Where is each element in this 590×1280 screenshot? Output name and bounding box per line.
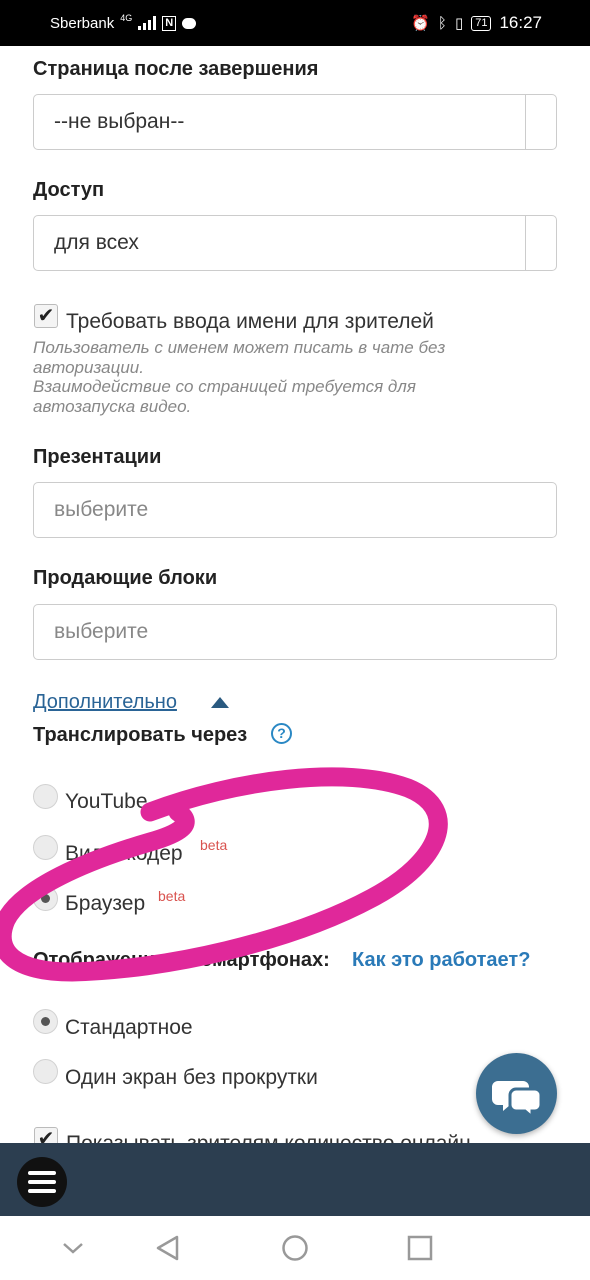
broadcast-youtube-label: YouTube: [65, 790, 148, 813]
signal-icon: [138, 16, 157, 30]
broadcast-label: Транслировать через: [33, 724, 248, 746]
broadcast-encoder-radio[interactable]: [33, 835, 58, 860]
carrier-name: Sberbank: [50, 14, 115, 32]
chevron-down-icon[interactable]: [55, 1232, 91, 1264]
beta-badge: beta: [200, 837, 228, 853]
how-it-works-link[interactable]: Как это работает?: [352, 949, 530, 972]
selling-blocks-label: Продающие блоки: [33, 567, 218, 589]
advanced-toggle-link[interactable]: Дополнительно: [33, 691, 177, 714]
display-single-screen-label: Один экран без прокрутки: [65, 1066, 318, 1089]
broadcast-youtube-radio[interactable]: [33, 784, 58, 809]
status-bar: Sberbank 4G N ⏰ ᛒ ▯ 71 16:27: [0, 0, 590, 46]
access-value: для всех: [54, 231, 139, 254]
completion-page-value: --не выбран--: [54, 110, 185, 133]
show-online-count-checkbox[interactable]: ✔: [34, 1127, 58, 1143]
hamburger-menu-icon[interactable]: [17, 1157, 67, 1207]
smartphone-display-label: Отображение на смартфонах:: [33, 949, 330, 971]
selling-blocks-placeholder: выберите: [54, 620, 149, 643]
vibrate-icon: ▯: [454, 15, 464, 32]
caret-up-icon[interactable]: [211, 697, 229, 708]
chat-button[interactable]: [476, 1053, 557, 1134]
message-icon: [182, 17, 197, 29]
completion-page-select[interactable]: --не выбран--: [33, 94, 557, 150]
help-icon[interactable]: ?: [271, 723, 292, 744]
beta-badge: beta: [158, 888, 186, 904]
clock: 16:27: [499, 13, 542, 32]
square-recent-icon[interactable]: [402, 1232, 438, 1264]
triangle-back-icon[interactable]: [150, 1232, 186, 1264]
bluetooth-icon: ᛒ: [437, 14, 447, 32]
select-arrow: [525, 95, 556, 149]
nfc-icon: N: [162, 15, 177, 31]
access-select[interactable]: для всех: [33, 215, 557, 271]
broadcast-encoder-label: Видеокодер: [65, 842, 183, 865]
bottom-bar: [0, 1143, 590, 1216]
chat-bubbles-icon: [492, 1081, 543, 1121]
show-online-count-label: Показывать зрителям количество онлайн: [66, 1132, 471, 1143]
battery-indicator: 71: [471, 15, 492, 31]
display-standard-label: Стандартное: [65, 1016, 193, 1039]
presentations-placeholder: выберите: [54, 498, 149, 521]
presentations-input[interactable]: выберите: [33, 482, 557, 538]
require-name-hint-1: Пользователь с именем может писать в чат…: [33, 338, 446, 377]
android-nav-bar: [0, 1216, 590, 1280]
selling-blocks-input[interactable]: выберите: [33, 604, 557, 660]
completion-page-label: Страница после завершения: [33, 58, 319, 80]
require-name-checkbox[interactable]: ✔: [34, 304, 58, 328]
form-content: Страница после завершения --не выбран-- …: [33, 46, 557, 1143]
display-single-screen-radio[interactable]: [33, 1059, 58, 1084]
network-type: 4G: [120, 12, 133, 23]
display-standard-radio[interactable]: [33, 1009, 58, 1034]
require-name-hint-2: Взаимодействие со страницей требуется дл…: [33, 377, 416, 416]
presentations-label: Презентации: [33, 446, 162, 468]
broadcast-browser-label: Браузер: [65, 892, 146, 915]
require-name-label: Требовать ввода имени для зрителей: [66, 310, 434, 333]
circle-home-icon[interactable]: [277, 1232, 313, 1264]
broadcast-browser-radio[interactable]: [33, 886, 58, 911]
select-arrow: [525, 216, 556, 270]
access-label: Доступ: [33, 179, 105, 201]
alarm-icon: ⏰: [411, 15, 430, 32]
